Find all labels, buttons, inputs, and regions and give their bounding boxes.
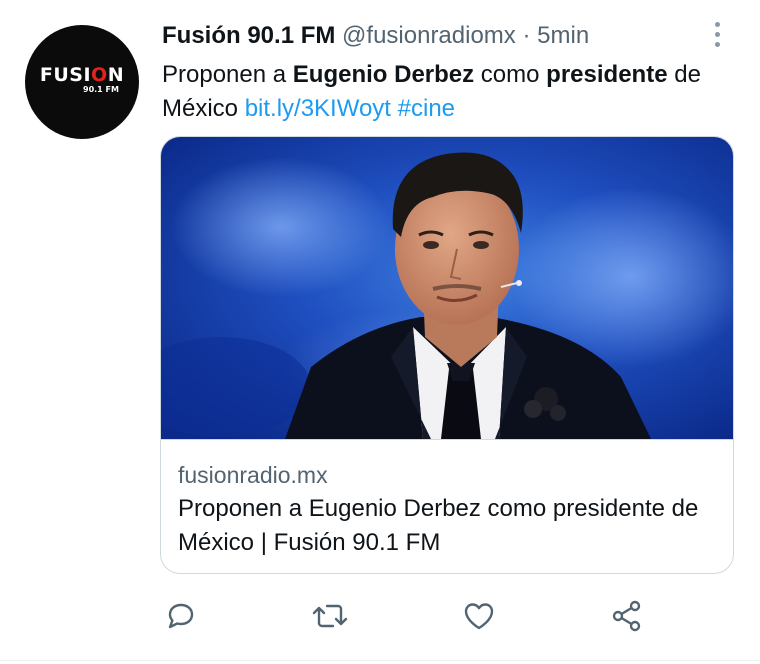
retweet-icon[interactable] bbox=[310, 596, 350, 636]
avatar-logo-sub: 90.1 FM bbox=[83, 85, 119, 94]
hashtag-link[interactable]: #cine bbox=[398, 95, 455, 122]
account-handle[interactable]: @fusionradiomx bbox=[342, 22, 516, 49]
card-domain: fusionradio.mx bbox=[178, 462, 328, 488]
tweet-actions bbox=[0, 596, 760, 640]
card-title: Proponen a Eugenio Derbez como president… bbox=[178, 495, 699, 556]
avatar-logo: FUSION bbox=[39, 64, 125, 86]
divider bbox=[0, 660, 760, 661]
account-name[interactable]: Fusión 90.1 FM bbox=[162, 22, 335, 49]
more-options-icon[interactable] bbox=[706, 20, 728, 50]
tweet-link[interactable]: bit.ly/3KIWoyt bbox=[245, 95, 391, 122]
link-card[interactable]: fusionradio.mx Proponen a Eugenio Derbez… bbox=[160, 136, 734, 574]
avatar[interactable]: FUSION 90.1 FM bbox=[25, 25, 139, 139]
card-image bbox=[161, 137, 733, 439]
timestamp[interactable]: 5min bbox=[537, 22, 589, 49]
separator: · bbox=[522, 22, 531, 49]
tweet-text: Proponen a Eugenio Derbez como president… bbox=[162, 61, 701, 122]
like-icon[interactable] bbox=[459, 596, 499, 636]
card-body: fusionradio.mx Proponen a Eugenio Derbez… bbox=[161, 439, 733, 573]
share-icon[interactable] bbox=[607, 596, 647, 636]
tweet-header: Fusión 90.1 FM @fusionradiomx · 5min bbox=[162, 20, 589, 52]
reply-icon[interactable] bbox=[161, 596, 201, 636]
